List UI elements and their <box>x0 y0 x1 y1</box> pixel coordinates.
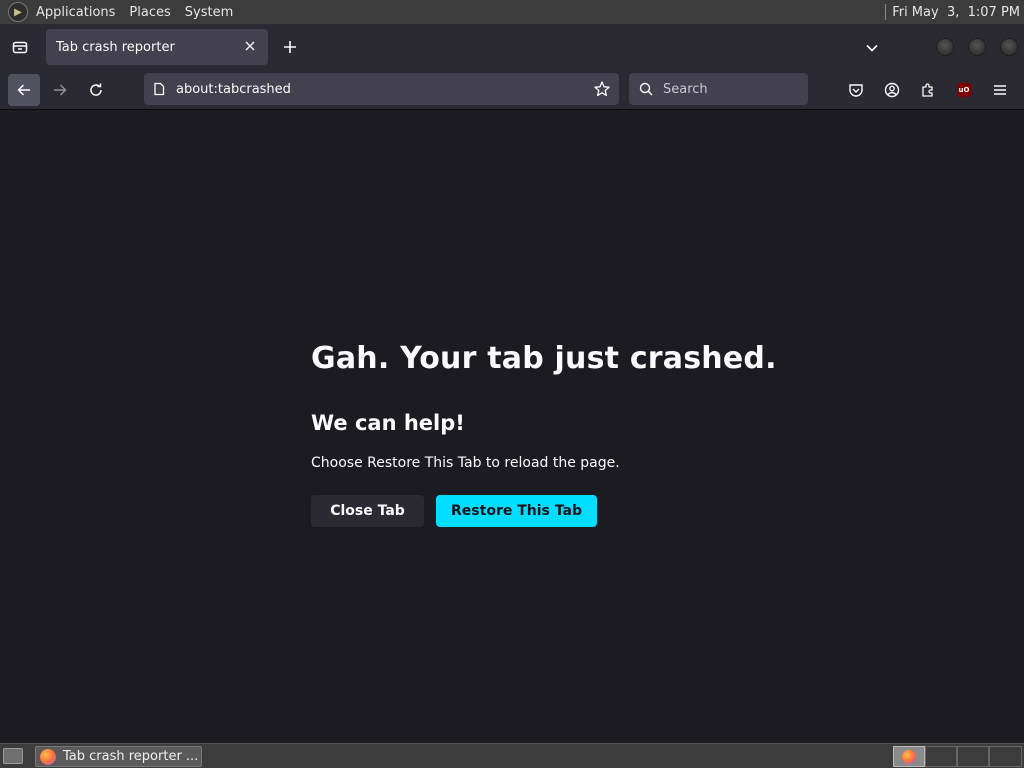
system-menu-bar: ▶ Applications Places System <box>0 2 233 22</box>
close-tab-button[interactable]: Close Tab <box>311 495 424 527</box>
pocket-button[interactable] <box>840 74 872 106</box>
workspace-firefox-icon <box>902 749 916 764</box>
menu-applications[interactable]: Applications <box>36 5 115 20</box>
crash-title: Gah. Your tab just crashed. <box>311 341 777 376</box>
top-system-panel: ▶ Applications Places System Fri May 3, … <box>0 0 1024 24</box>
url-text[interactable]: about:tabcrashed <box>176 82 593 97</box>
new-tab-button[interactable] <box>276 33 304 61</box>
hamburger-menu-icon <box>994 85 1006 95</box>
workspace-1[interactable] <box>893 746 925 767</box>
search-bar[interactable] <box>629 73 808 105</box>
taskbar-window-item[interactable]: Tab crash reporter ... <box>35 746 202 767</box>
page-content: Gah. Your tab just crashed. We can help!… <box>0 111 1024 743</box>
extensions-button[interactable] <box>912 74 944 106</box>
navigation-toolbar: about:tabcrashed uO <box>0 70 1024 110</box>
crash-buttons: Close Tab Restore This Tab <box>311 495 791 527</box>
tab-close-icon[interactable] <box>242 40 258 55</box>
puzzle-piece-icon <box>922 83 933 97</box>
back-button[interactable] <box>8 74 40 106</box>
app-menu-button[interactable] <box>984 74 1016 106</box>
ublock-origin-button[interactable]: uO <box>948 74 980 106</box>
maximize-button[interactable] <box>968 38 986 56</box>
window-controls <box>936 38 1018 56</box>
arrow-left-icon <box>17 84 30 96</box>
tab-crash-reporter[interactable]: Tab crash reporter <box>46 29 268 65</box>
restore-tab-button[interactable]: Restore This Tab <box>436 495 597 527</box>
ublock-origin-icon: uO <box>957 83 971 97</box>
pocket-icon <box>849 84 863 97</box>
list-all-tabs-button[interactable] <box>860 36 884 60</box>
reload-icon <box>90 83 102 96</box>
show-desktop-icon[interactable] <box>3 748 23 764</box>
account-button[interactable] <box>876 74 908 106</box>
menu-places[interactable]: Places <box>129 5 170 20</box>
firefox-view-icon <box>12 41 28 54</box>
workspace-3[interactable] <box>957 746 989 767</box>
crash-subtitle: We can help! <box>311 411 465 435</box>
clock-area: Fri May 3, 1:07 PM <box>885 0 1020 24</box>
url-bar[interactable]: about:tabcrashed <box>144 73 619 105</box>
bottom-taskbar: Tab crash reporter ... <box>0 743 1024 768</box>
tab-strip: Tab crash reporter <box>0 24 1024 70</box>
bookmark-star-icon[interactable] <box>593 80 611 98</box>
account-icon <box>884 82 900 98</box>
forward-button[interactable] <box>44 74 76 106</box>
crash-message: Choose Restore This Tab to reload the pa… <box>311 455 620 471</box>
firefox-view-button[interactable] <box>0 24 40 70</box>
menu-system[interactable]: System <box>185 5 233 20</box>
search-input[interactable] <box>661 80 791 98</box>
chevron-down-icon <box>866 44 878 52</box>
panel-separator <box>885 4 887 20</box>
close-window-button[interactable] <box>1000 38 1018 56</box>
crash-dialog: Gah. Your tab just crashed. We can help!… <box>311 339 791 527</box>
clock[interactable]: Fri May 3, 1:07 PM <box>892 5 1020 20</box>
page-icon <box>154 82 165 96</box>
arrow-right-icon <box>54 84 67 96</box>
firefox-icon <box>40 748 56 765</box>
workspace-2[interactable] <box>925 746 957 767</box>
distro-logo-icon[interactable]: ▶ <box>8 2 28 22</box>
reload-button[interactable] <box>80 74 112 106</box>
search-icon <box>639 82 653 96</box>
plus-icon <box>284 41 296 53</box>
taskbar-window-title: Tab crash reporter ... <box>63 749 199 764</box>
minimize-button[interactable] <box>936 38 954 56</box>
tab-title: Tab crash reporter <box>56 39 175 55</box>
workspace-4[interactable] <box>989 746 1022 767</box>
